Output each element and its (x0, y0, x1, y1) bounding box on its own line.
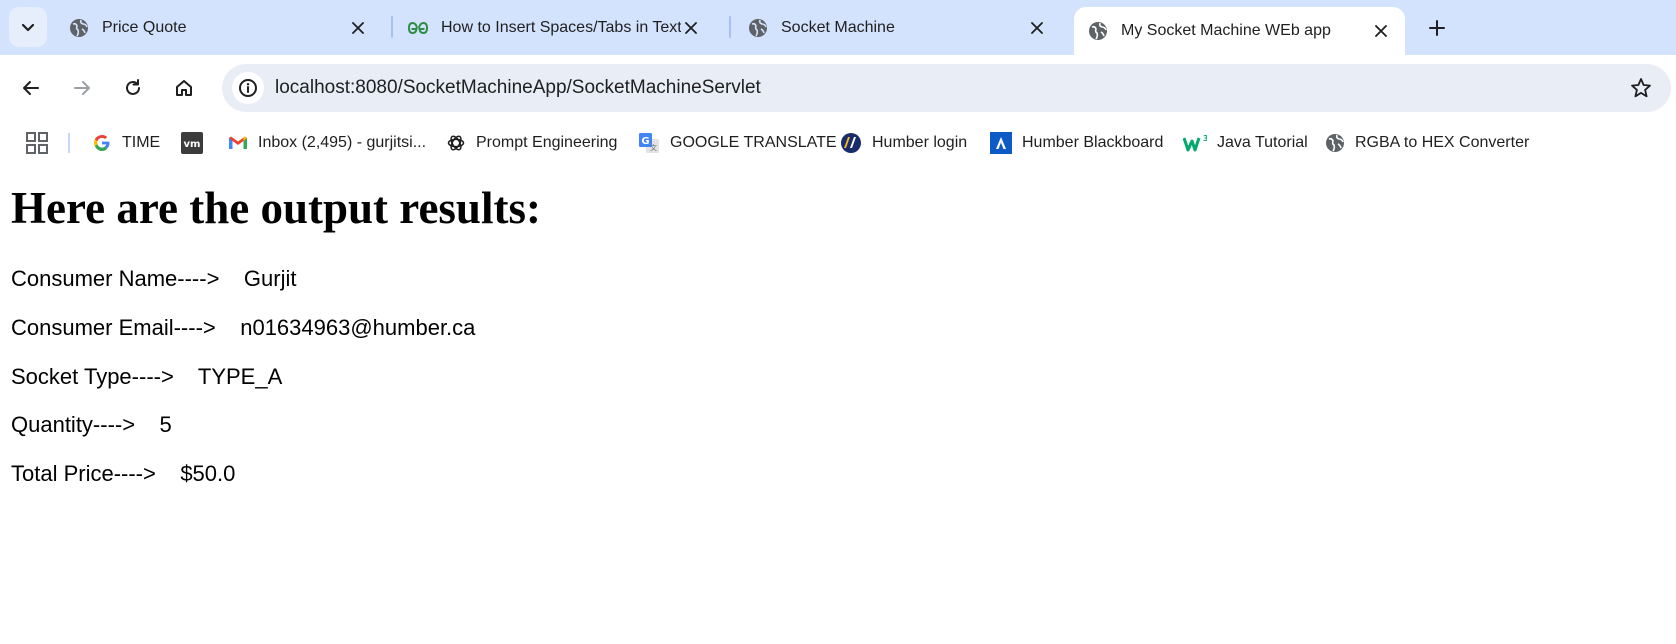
w3schools-icon: 3 (1183, 133, 1207, 153)
apps-grid-icon[interactable] (26, 132, 48, 154)
page-heading: Here are the output results: (11, 183, 541, 233)
bookmarks-bar: TIME vm Inbox (2,495) - gurjitsi... Prom… (0, 123, 1676, 163)
home-button[interactable] (166, 70, 202, 106)
home-icon (176, 80, 192, 96)
humber-icon (840, 132, 862, 154)
vm-icon: vm (181, 132, 203, 154)
tab-search-button[interactable] (9, 7, 47, 47)
blackboard-icon (990, 132, 1012, 154)
bookmark-time[interactable]: TIME (92, 123, 160, 163)
bookmarks-separator (68, 133, 70, 153)
arrow-right-icon (74, 81, 90, 95)
bookmark-humber-blackboard[interactable]: Humber Blackboard (990, 123, 1163, 163)
tab-separator (729, 16, 731, 38)
globe-icon (68, 17, 90, 39)
geeksforgeeks-icon (407, 17, 429, 39)
bookmark-label: Java Tutorial (1217, 134, 1308, 151)
new-tab-button[interactable] (1423, 14, 1451, 42)
bookmark-gmail[interactable]: Inbox (2,495) - gurjitsi... (228, 123, 426, 163)
result-value: $50.0 (180, 461, 236, 486)
result-quantity: Quantity----> 5 (11, 412, 172, 438)
url-text[interactable]: localhost:8080/SocketMachineApp/SocketMa… (275, 64, 761, 112)
back-button[interactable] (13, 70, 49, 106)
tab-separator (391, 16, 393, 38)
google-translate-icon: G 文 (638, 132, 660, 154)
bookmark-star-button[interactable] (1629, 76, 1653, 100)
svg-text:文: 文 (650, 143, 657, 152)
result-value: TYPE_A (197, 364, 283, 389)
toolbar: localhost:8080/SocketMachineApp/SocketMa… (0, 55, 1676, 123)
tab-price-quote[interactable]: Price Quote (68, 0, 378, 55)
chevron-down-icon (21, 23, 35, 32)
svg-text:3: 3 (1203, 134, 1207, 143)
reload-icon (126, 79, 140, 95)
tab-title: Socket Machine (781, 18, 895, 36)
result-value: Gurjit (243, 266, 297, 291)
tab-insert-spaces[interactable]: How to Insert Spaces/Tabs in Text (407, 0, 716, 55)
close-icon[interactable] (1371, 21, 1391, 41)
bookmark-label: Inbox (2,495) - gurjitsi... (258, 134, 427, 151)
bookmark-label: Humber Blackboard (1022, 134, 1164, 151)
svg-text:G: G (641, 136, 649, 147)
result-value: n01634963@humber.ca (240, 315, 476, 340)
result-label: Socket Type----> (11, 364, 174, 389)
tab-strip: Price Quote How to Insert Spaces/Tabs in… (0, 0, 1676, 55)
result-consumer-email: Consumer Email----> n01634963@humber.ca (11, 315, 475, 341)
bookmark-label: Prompt Engineering (476, 134, 618, 151)
result-socket-type: Socket Type----> TYPE_A (11, 364, 282, 390)
tab-title: Price Quote (102, 18, 187, 36)
info-icon (239, 79, 257, 97)
tab-title: My Socket Machine WEb app (1121, 22, 1331, 39)
forward-button[interactable] (64, 70, 100, 106)
star-icon (1631, 78, 1651, 98)
bookmark-label: GOOGLE TRANSLATE (670, 134, 837, 151)
globe-icon (1325, 133, 1345, 153)
bookmark-label: RGBA to HEX Converter (1355, 134, 1530, 151)
result-total-price: Total Price----> $50.0 (11, 461, 235, 487)
bookmark-humber-login[interactable]: Humber login (840, 123, 967, 163)
address-bar[interactable]: localhost:8080/SocketMachineApp/SocketMa… (222, 64, 1671, 112)
bookmark-java-tutorial[interactable]: 3 Java Tutorial (1183, 123, 1308, 163)
result-label: Consumer Name----> (11, 266, 220, 291)
reload-button[interactable] (115, 70, 151, 106)
globe-icon (747, 17, 769, 39)
result-consumer-name: Consumer Name----> Gurjit (11, 266, 296, 292)
result-label: Total Price----> (11, 461, 156, 486)
gmail-icon (228, 133, 248, 153)
bookmark-vm[interactable]: vm (181, 123, 213, 163)
result-label: Consumer Email----> (11, 315, 216, 340)
result-value: 5 (159, 412, 172, 437)
tab-title: How to Insert Spaces/Tabs in Text (441, 18, 681, 36)
close-icon[interactable] (1027, 18, 1047, 38)
close-icon[interactable] (681, 18, 701, 38)
bookmark-rgba-to-hex[interactable]: RGBA to HEX Converter (1325, 123, 1529, 163)
tab-socket-machine[interactable]: Socket Machine (747, 0, 1057, 55)
openai-icon (446, 133, 466, 153)
globe-icon (1087, 20, 1109, 42)
close-icon[interactable] (348, 18, 368, 38)
svg-text:vm: vm (184, 139, 201, 150)
bookmark-prompt-engineering[interactable]: Prompt Engineering (446, 123, 617, 163)
arrow-left-icon (23, 81, 39, 95)
bookmark-google-translate[interactable]: G 文 GOOGLE TRANSLATE (638, 123, 837, 163)
plus-icon (1429, 20, 1445, 36)
bookmark-label: TIME (122, 134, 161, 151)
bookmark-label: Humber login (872, 134, 968, 151)
result-label: Quantity----> (11, 412, 136, 437)
tab-my-socket-machine[interactable]: My Socket Machine WEb app (1074, 7, 1405, 55)
google-icon (92, 133, 112, 153)
site-info-button[interactable] (232, 72, 264, 104)
page-content: Here are the output results: (11, 163, 1661, 233)
